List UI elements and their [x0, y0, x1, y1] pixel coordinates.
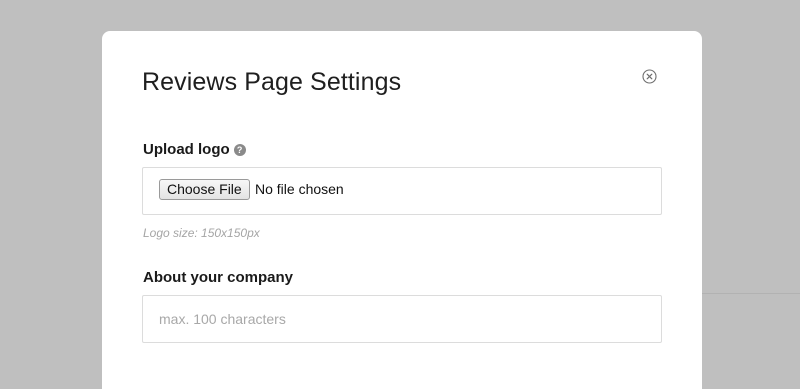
- close-circle-icon: [642, 69, 657, 84]
- logo-file-input[interactable]: Choose File No file chosen: [142, 167, 662, 215]
- file-status-text: No file chosen: [255, 181, 344, 197]
- close-button[interactable]: [642, 69, 657, 84]
- upload-logo-label: Upload logo?: [143, 141, 246, 158]
- background-divider: [702, 293, 800, 294]
- choose-file-button[interactable]: Choose File: [159, 179, 250, 200]
- question-circle-icon[interactable]: ?: [233, 144, 246, 156]
- about-company-label: About your company: [143, 269, 294, 286]
- upload-logo-label-text: Upload logo: [143, 141, 230, 158]
- about-company-input[interactable]: [143, 296, 661, 342]
- logo-size-hint: Logo size: 150x150px: [143, 226, 260, 240]
- settings-modal: Reviews Page Settings Upload logo? Choos…: [102, 31, 702, 389]
- modal-title: Reviews Page Settings: [142, 68, 402, 96]
- about-company-field: [142, 295, 662, 343]
